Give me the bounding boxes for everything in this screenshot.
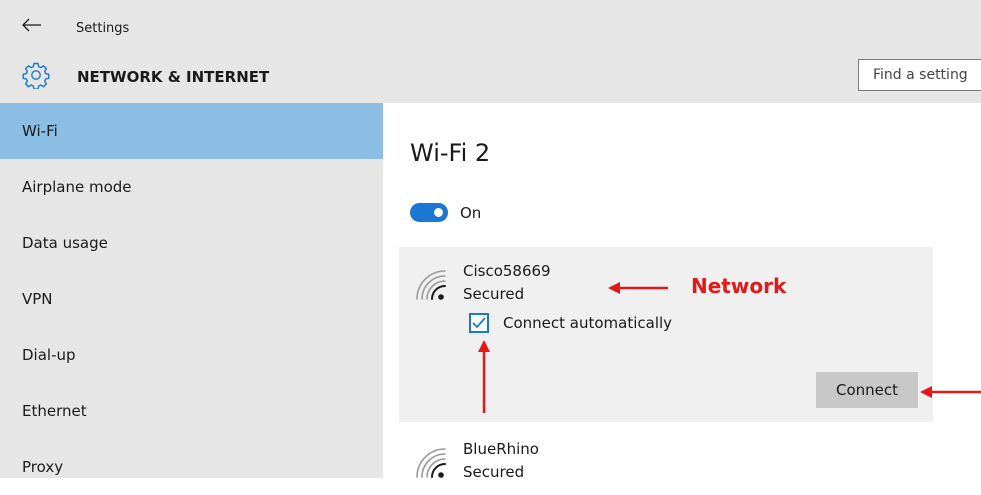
sidebar-item-data-usage[interactable]: Data usage xyxy=(0,215,383,271)
sidebar-item-proxy[interactable]: Proxy xyxy=(0,439,383,495)
page-title: Wi-Fi 2 xyxy=(410,139,491,167)
sidebar-item-wifi[interactable]: Wi-Fi xyxy=(0,103,383,159)
network-item[interactable]: BlueRhino Secured xyxy=(399,425,933,485)
settings-header: NETWORK & INTERNET Find a setting xyxy=(0,48,981,103)
sidebar-item-airplane-mode[interactable]: Airplane mode xyxy=(0,159,383,215)
wifi-icon xyxy=(416,270,446,300)
checkmark-icon xyxy=(472,317,486,329)
search-input[interactable]: Find a setting xyxy=(858,59,981,91)
network-status: Secured xyxy=(463,463,525,481)
connect-button[interactable]: Connect xyxy=(816,372,918,408)
section-title: NETWORK & INTERNET xyxy=(77,68,270,86)
app-title: Settings xyxy=(76,21,130,36)
sidebar-item-ethernet[interactable]: Ethernet xyxy=(0,383,383,439)
gear-icon xyxy=(22,62,50,89)
sidebar: Wi-Fi Airplane mode Data usage VPN Dial-… xyxy=(0,103,383,478)
sidebar-item-vpn[interactable]: VPN xyxy=(0,271,383,327)
wifi-toggle[interactable] xyxy=(410,203,448,222)
wifi-icon xyxy=(416,448,446,478)
network-name: Cisco58669 xyxy=(463,262,551,280)
connect-automatically-checkbox[interactable] xyxy=(469,313,489,333)
back-arrow-icon[interactable] xyxy=(22,18,42,32)
network-item-selected[interactable]: Cisco58669 Secured Connect automatically… xyxy=(399,247,933,422)
annotation-label: Network xyxy=(691,274,787,298)
network-status: Secured xyxy=(463,285,525,303)
main-content: Wi-Fi 2 On Cisco58669 Secured Connect au… xyxy=(383,103,981,481)
toggle-label: On xyxy=(460,204,482,222)
title-bar: Settings xyxy=(0,0,981,48)
connect-automatically-label: Connect automatically xyxy=(503,314,673,332)
toggle-knob xyxy=(434,208,443,217)
sidebar-item-dial-up[interactable]: Dial-up xyxy=(0,327,383,383)
network-name: BlueRhino xyxy=(463,440,539,458)
